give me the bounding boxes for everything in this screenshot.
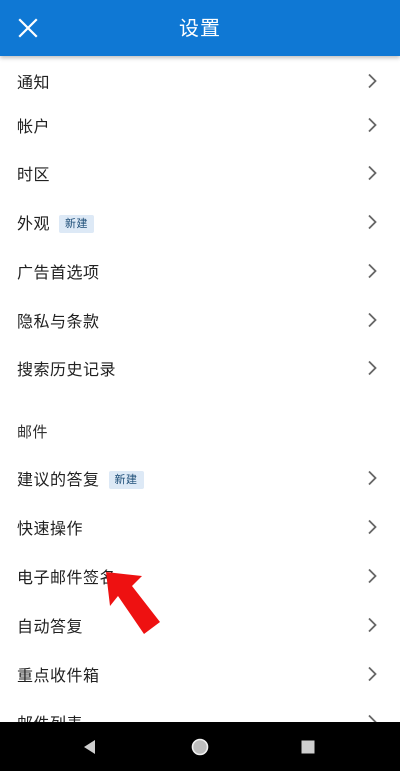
settings-item-label: 重点收件箱: [17, 665, 100, 685]
mail-item-suggested-replies[interactable]: 建议的答复 新建: [0, 453, 400, 502]
settings-item-text: 外观: [17, 213, 51, 233]
recents-button[interactable]: [284, 722, 332, 771]
settings-item-privacy-terms[interactable]: 隐私与条款: [0, 295, 400, 344]
chevron-right-icon: [368, 117, 377, 132]
recents-square-icon: [301, 740, 315, 753]
settings-list: 通知 帐户 时区 外观 新建 广告首选项 隐私与条款 搜索历史记录 邮件 建议的…: [0, 56, 400, 722]
chevron-right-icon: [368, 73, 377, 88]
settings-item-account[interactable]: 帐户: [0, 100, 400, 149]
settings-item-timezone[interactable]: 时区: [0, 148, 400, 197]
settings-item-label: 隐私与条款: [17, 311, 100, 331]
chevron-right-icon: [368, 470, 377, 485]
settings-item-search-history[interactable]: 搜索历史记录: [0, 343, 400, 392]
settings-item-label: 帐户: [17, 116, 51, 136]
app-header: 设置: [0, 0, 400, 56]
chevron-right-icon: [368, 666, 377, 681]
annotation-arrow-icon: [106, 572, 160, 634]
chevron-right-icon: [368, 214, 377, 229]
page-title: 设置: [179, 16, 221, 40]
section-header-mail: 邮件: [17, 423, 49, 441]
settings-item-label: 自动答复: [17, 616, 84, 636]
settings-item-label: 广告首选项: [17, 262, 100, 282]
settings-item-appearance[interactable]: 外观 新建: [0, 197, 400, 246]
settings-screen: 设置 通知 帐户 时区 外观 新建 广告首选项 隐私与条款 搜索历史记录 邮件 …: [0, 0, 400, 771]
chevron-right-icon: [368, 519, 377, 534]
mail-item-focused-inbox[interactable]: 重点收件箱: [0, 649, 400, 698]
system-nav-bar: [0, 722, 400, 771]
chevron-right-icon: [368, 263, 377, 278]
settings-item-notifications[interactable]: 通知: [0, 56, 400, 105]
home-button[interactable]: [176, 722, 224, 771]
new-badge: 新建: [108, 470, 144, 489]
settings-item-label: 快速操作: [17, 518, 84, 538]
chevron-right-icon: [368, 360, 377, 375]
chevron-right-icon: [368, 312, 377, 327]
mail-item-quick-actions[interactable]: 快速操作: [0, 502, 400, 551]
settings-item-label: 时区: [17, 164, 51, 184]
settings-item-label: 通知: [17, 72, 51, 92]
settings-item-label: 电子邮件签名: [17, 567, 117, 587]
settings-item-ad-preferences[interactable]: 广告首选项: [0, 246, 400, 295]
settings-item-text: 建议的答复: [17, 469, 100, 489]
chevron-right-icon: [368, 617, 377, 632]
home-circle-icon: [191, 738, 209, 755]
mail-item-email-signature[interactable]: 电子邮件签名: [0, 551, 400, 600]
chevron-right-icon: [368, 165, 377, 180]
new-badge: 新建: [59, 214, 95, 233]
mail-item-mail-list[interactable]: 邮件列表: [0, 697, 400, 722]
chevron-right-icon: [368, 568, 377, 583]
back-button[interactable]: [66, 722, 114, 771]
mail-item-auto-reply[interactable]: 自动答复: [0, 600, 400, 649]
settings-item-label: 外观 新建: [17, 210, 95, 234]
chevron-right-icon: [368, 714, 377, 722]
back-triangle-icon: [84, 739, 95, 754]
settings-item-label: 建议的答复 新建: [17, 466, 144, 490]
settings-item-label: 搜索历史记录: [17, 359, 117, 379]
settings-item-label: 邮件列表: [17, 710, 83, 723]
